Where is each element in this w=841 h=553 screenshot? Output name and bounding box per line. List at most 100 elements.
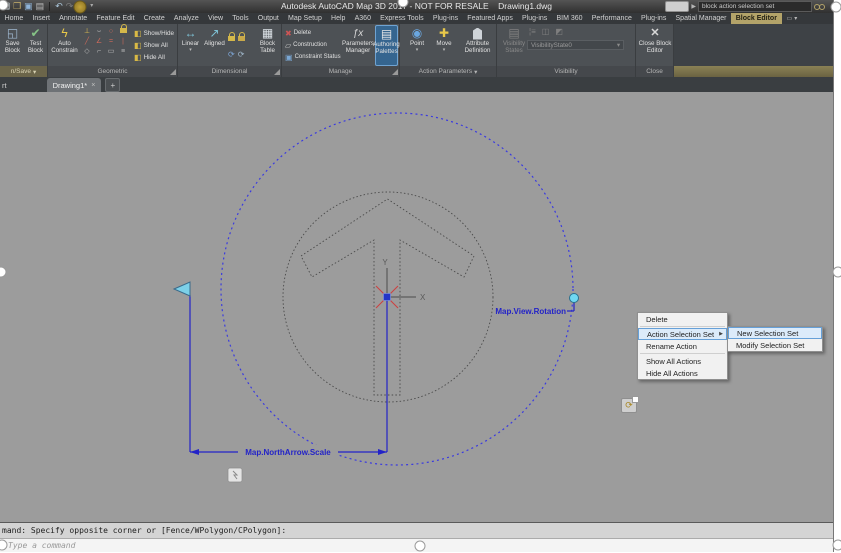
close-tab-icon[interactable]: × — [91, 82, 95, 89]
visibility-states-button[interactable]: ▤ Visibility States — [501, 25, 527, 66]
vertical-icon[interactable]: ∣ — [117, 37, 129, 47]
annotation-handle[interactable] — [832, 266, 841, 278]
menu-item-delete[interactable]: Delete — [638, 313, 727, 325]
construction-label: Construction — [293, 42, 327, 48]
perpendicular-icon[interactable]: ∠ — [93, 37, 105, 47]
tab-home[interactable]: Home — [0, 13, 28, 24]
tab-express-tools[interactable]: Express Tools — [376, 13, 429, 24]
menu-item-rename-action[interactable]: Rename Action — [638, 340, 727, 352]
delete-button[interactable]: ✖ Delete — [285, 27, 341, 39]
search-binoculars-icon[interactable] — [814, 2, 825, 11]
make-visible-icon[interactable]: ◫ — [542, 27, 550, 36]
coincident-icon[interactable]: ⊥ — [81, 27, 93, 37]
make-invisible-icon[interactable]: ◩ — [555, 27, 563, 36]
construction-button[interactable]: ▱ Construction — [285, 39, 341, 51]
show-all-button[interactable]: ◧ Show All — [134, 39, 174, 51]
canvas-graphics: Y X Map.NorthArrow.Scale Map.View.Rotati… — [172, 112, 579, 483]
file-tab-drawing1[interactable]: Drawing1* × — [46, 78, 102, 92]
tab-create[interactable]: Create — [139, 13, 169, 24]
lock-icon[interactable] — [228, 28, 235, 46]
tangent-icon[interactable]: ◇ — [81, 47, 93, 57]
symmetric-icon[interactable]: ▭ — [105, 47, 117, 57]
tab-map-setup[interactable]: Map Setup — [283, 13, 326, 24]
concentric-icon[interactable]: ○ — [105, 27, 117, 37]
tab-performance[interactable]: Performance — [587, 13, 636, 24]
tab-spatial-manager[interactable]: Spatial Manager — [671, 13, 731, 24]
convert-icon[interactable]: ⟳ — [238, 50, 245, 59]
horizontal-icon[interactable]: = — [105, 37, 117, 47]
tab-annotate[interactable]: Annotate — [55, 13, 92, 24]
file-tab-start[interactable]: rt — [0, 78, 9, 92]
authoring-palettes-button[interactable]: ▤ Authoring Palettes — [373, 25, 400, 66]
keyword-field[interactable] — [665, 1, 690, 12]
annotation-handle[interactable] — [414, 540, 426, 552]
ribbon-display-toggle[interactable]: ▭ ▾ — [782, 13, 798, 24]
test-block-button[interactable]: ✔ Test Block — [25, 25, 46, 66]
show-hide-button[interactable]: ◧ Show/Hide — [134, 27, 174, 39]
rotation-grip[interactable] — [569, 293, 579, 303]
hide-all-button[interactable]: ◧ Hide All — [134, 51, 174, 63]
fix-lock-icon[interactable] — [117, 24, 129, 37]
flip-flag-grip[interactable] — [172, 281, 191, 297]
move-button[interactable]: ✚ Move ▾ — [433, 25, 455, 66]
visibility-mode-icon[interactable]: ¦≡ — [529, 27, 536, 36]
tab-block-editor[interactable]: Block Editor — [731, 13, 782, 24]
menu-item-hide-all-actions[interactable]: Hide All Actions — [638, 367, 727, 379]
constraint-status-button[interactable]: ▣ Constraint Status — [285, 51, 341, 63]
dimensional-dialog-launcher[interactable] — [274, 69, 280, 75]
linear-button[interactable]: ↔ Linear ▾ — [180, 25, 201, 66]
panel-title-close: Close — [636, 66, 673, 77]
block-editor-canvas[interactable]: Y X Map.NorthArrow.Scale Map.View.Rotati… — [0, 92, 833, 522]
tab-help[interactable]: Help — [326, 13, 350, 24]
manage-dialog-launcher[interactable] — [392, 69, 398, 75]
selection-circle[interactable] — [220, 112, 574, 466]
update-icon[interactable]: ⟳ — [228, 50, 235, 59]
tab-tools[interactable]: Tools — [228, 13, 254, 24]
search-input[interactable]: block action selection set — [698, 1, 812, 12]
tab-analyze[interactable]: Analyze — [169, 13, 203, 24]
tab-plug-ins-3[interactable]: Plug-ins — [636, 13, 670, 24]
constraint-status-label: Constraint Status — [294, 54, 341, 60]
unlock-icon[interactable] — [238, 28, 245, 46]
search-expand-arrow-icon[interactable]: ▶ — [691, 3, 696, 10]
menu-item-action-selection-set[interactable]: Action Selection Set ▶ — [638, 328, 727, 340]
tab-a360[interactable]: A360 — [350, 13, 376, 24]
visibility-state-value: VisibilityState0 — [531, 42, 572, 49]
menu-item-show-all-actions[interactable]: Show All Actions — [638, 355, 727, 367]
menu-item-new-selection-set[interactable]: New Selection Set — [728, 327, 822, 339]
attribute-definition-button[interactable]: Attribute Definition — [461, 25, 494, 66]
tab-plug-ins-2[interactable]: Plug-ins — [517, 13, 551, 24]
tab-view[interactable]: View — [203, 13, 227, 24]
rotation-parameter-label[interactable]: Map.View.Rotation — [495, 307, 566, 316]
tab-feature-edit[interactable]: Feature Edit — [92, 13, 139, 24]
save-block-button[interactable]: ◱ Save Block — [2, 25, 23, 66]
geometric-dialog-launcher[interactable] — [170, 69, 176, 75]
tab-plug-ins-1[interactable]: Plug-ins — [428, 13, 462, 24]
constraint-display-buttons: ◧ Show/Hide ◧ Show All ◧ Hide All — [134, 27, 174, 63]
point-button[interactable]: ◉ Point ▾ — [406, 25, 428, 66]
collinear-icon[interactable]: ⌣ — [93, 27, 105, 37]
menu-item-modify-selection-set[interactable]: Modify Selection Set — [728, 339, 822, 351]
aligned-button[interactable]: ↗ Aligned — [203, 25, 226, 66]
panel-title-open-save[interactable]: n/Save ▾ — [0, 66, 47, 77]
visibility-state-dropdown[interactable]: VisibilityState0 ▾ — [527, 40, 624, 50]
panel-title-action-parameters[interactable]: Action Parameters ▾ — [400, 66, 496, 77]
block-table-button[interactable]: ▦ Block Table — [255, 25, 280, 66]
scale-parameter-label[interactable]: Map.NorthArrow.Scale — [245, 448, 331, 457]
tab-insert[interactable]: Insert — [28, 13, 55, 24]
new-drawing-tab-button[interactable]: + — [105, 78, 121, 92]
annotation-handle[interactable] — [830, 1, 841, 13]
linear-dimension-icon: ↔ — [184, 25, 197, 40]
origin-grip[interactable] — [383, 293, 391, 301]
close-block-editor-button[interactable]: ✕ Close Block Editor — [638, 25, 672, 66]
tab-featured-apps[interactable]: Featured Apps — [463, 13, 518, 24]
auto-constrain-button[interactable]: ϟ Auto Constrain — [51, 25, 78, 66]
rotate-action-icon[interactable]: ⟳ — [621, 396, 639, 413]
parameters-manager-button[interactable]: ƒx Parameters Manager — [342, 25, 374, 66]
tab-bim-360[interactable]: BIM 360 — [552, 13, 587, 24]
equal-icon[interactable]: ≡ — [117, 47, 129, 57]
parallel-icon[interactable]: ╱ — [81, 37, 93, 47]
smooth-icon[interactable]: ⌐ — [93, 47, 105, 57]
annotation-handle[interactable] — [832, 539, 841, 551]
tab-output[interactable]: Output — [253, 13, 283, 24]
